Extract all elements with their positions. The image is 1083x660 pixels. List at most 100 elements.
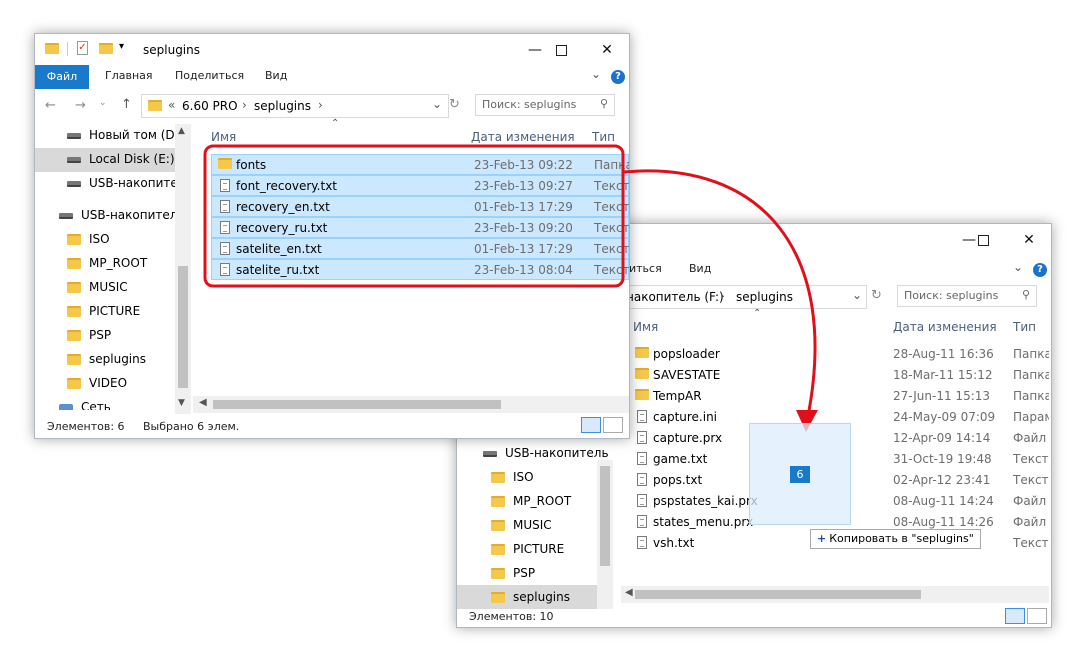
close-button[interactable]: ✕ <box>587 38 627 62</box>
nav-item-network[interactable]: Сеть <box>59 400 111 410</box>
horizontal-scrollbar-thumb[interactable] <box>635 590 921 599</box>
nav-item-mp-root[interactable]: MP_ROOT <box>67 256 147 270</box>
refresh-button[interactable]: ↻ <box>449 97 460 112</box>
address-dropdown-icon[interactable]: ⌄ <box>852 288 862 302</box>
folder-icon <box>491 496 505 507</box>
search-input[interactable]: Поиск: seplugins ⚲ <box>897 285 1037 307</box>
nav-item-iso[interactable]: ISO <box>491 470 534 484</box>
scroll-left-icon[interactable]: ◀ <box>199 397 207 408</box>
refresh-button[interactable]: ↻ <box>871 288 882 303</box>
folder-icon <box>67 282 81 293</box>
address-part-folder[interactable]: seplugins <box>736 290 793 304</box>
nav-item-drive-d[interactable]: Новый том (D:) <box>67 128 175 142</box>
file-row-satelite-en[interactable]: satelite_en.txt01-Feb-13 17:29Тексто <box>211 238 629 259</box>
ribbon-tab-view[interactable]: Вид <box>265 69 287 82</box>
ribbon-expand-icon[interactable]: ⌄ <box>1013 260 1023 274</box>
folder-icon <box>491 568 505 579</box>
maximize-icon <box>555 44 567 56</box>
close-button[interactable]: ✕ <box>1009 228 1049 252</box>
nav-item-seplugins[interactable]: seplugins <box>67 352 146 366</box>
nav-item-music[interactable]: MUSIC <box>67 280 128 294</box>
column-header-type[interactable]: Тип <box>1013 320 1036 334</box>
blank-file-icon <box>637 431 647 444</box>
nav-item-video[interactable]: VIDEO <box>67 376 127 390</box>
column-header-name[interactable]: Имя <box>633 320 658 334</box>
up-button[interactable]: ↑ <box>121 97 132 112</box>
file-row-fonts[interactable]: fonts 23-Feb-13 09:22 Папка <box>211 154 629 175</box>
file-row-savestate[interactable]: SAVESTATE 18-Mar-11 15:12 Папка <box>629 365 1049 386</box>
help-button[interactable]: ? <box>611 70 625 84</box>
search-input[interactable]: Поиск: seplugins ⚲ <box>475 94 615 116</box>
nav-item-picture[interactable]: PICTURE <box>491 542 564 556</box>
nav-item-drive-e[interactable]: Local Disk (E:) <box>67 152 175 166</box>
back-button[interactable]: ← <box>45 98 56 113</box>
ribbon-expand-icon[interactable]: ⌄ <box>591 67 601 81</box>
column-header-name[interactable]: Имя <box>211 130 236 144</box>
address-part-parent[interactable]: 6.60 PRO <box>182 99 238 113</box>
nav-scrollbar[interactable]: ▲ ▼ <box>175 124 191 414</box>
address-bar[interactable]: накопитель (F:) › seplugins ⌄ <box>625 285 867 309</box>
details-view-button[interactable] <box>581 417 601 433</box>
address-part-drive[interactable]: накопитель (F:) <box>626 290 724 304</box>
nav-scrollbar-thumb[interactable] <box>600 466 610 566</box>
nav-item-usb-2[interactable]: USB-накопитель <box>59 208 175 222</box>
nav-item-usb-1[interactable]: USB-накопитель <box>67 176 175 190</box>
large-icons-view-button[interactable] <box>603 417 623 433</box>
file-row-popsloader[interactable]: popsloader 28-Aug-11 16:36 Папка <box>629 344 1049 365</box>
address-dropdown-icon[interactable]: ⌄ <box>432 97 442 111</box>
file-row-font-recovery[interactable]: font_recovery.txt23-Feb-13 09:27Тексто <box>211 175 629 196</box>
horizontal-scrollbar-thumb[interactable] <box>213 400 501 409</box>
maximize-button[interactable] <box>541 38 581 62</box>
nav-item-psp[interactable]: PSP <box>491 566 535 580</box>
address-part-folder[interactable]: seplugins <box>254 99 311 113</box>
explorer-window-source: ✓ ▾ seplugins — ✕ Файл Главная Поделитьс… <box>34 33 630 439</box>
large-icons-view-button[interactable] <box>1027 608 1047 624</box>
nav-item-psp[interactable]: PSP <box>67 328 111 342</box>
file-row-satelite-ru[interactable]: satelite_ru.txt23-Feb-13 08:04Тексто <box>211 259 629 280</box>
scroll-down-icon[interactable]: ▼ <box>178 398 185 408</box>
horizontal-scrollbar[interactable]: ◀ <box>193 396 629 413</box>
ribbon-tab-file[interactable]: Файл <box>35 65 89 89</box>
new-folder-icon[interactable] <box>99 43 113 54</box>
text-file-icon <box>637 473 647 486</box>
quick-access-dropdown-icon[interactable]: ▾ <box>119 41 124 52</box>
nav-item-seplugins[interactable]: seplugins <box>491 590 570 604</box>
nav-item-usb[interactable]: USB-накопитель <box>483 446 609 460</box>
address-bar[interactable]: « 6.60 PRO › seplugins › ⌄ <box>141 94 449 118</box>
column-header-type[interactable]: Тип <box>592 130 615 144</box>
help-button[interactable]: ? <box>1033 263 1047 277</box>
nav-scrollbar-thumb[interactable] <box>178 266 188 388</box>
folder-icon <box>491 544 505 555</box>
details-view-button[interactable] <box>1005 608 1025 624</box>
nav-item-mp-root[interactable]: MP_ROOT <box>491 494 571 508</box>
file-row-tempar[interactable]: TempAR 27-Jun-11 15:13 Папка <box>629 386 1049 407</box>
status-item-count: Элементов: 10 <box>469 610 554 623</box>
search-icon: ⚲ <box>1021 288 1030 301</box>
maximize-button[interactable] <box>963 228 1003 252</box>
column-header-date[interactable]: Дата изменения <box>893 320 997 334</box>
drag-ghost: 6 <box>749 423 851 525</box>
file-row-recovery-ru[interactable]: recovery_ru.txt23-Feb-13 09:20Тексто <box>211 217 629 238</box>
folder-icon <box>491 472 505 483</box>
ribbon: Файл Главная Поделиться Вид ⌄ ? <box>35 65 629 89</box>
scroll-left-icon[interactable]: ◀ <box>625 587 633 598</box>
properties-icon[interactable]: ✓ <box>77 41 88 55</box>
text-file-icon <box>220 200 230 213</box>
file-row-recovery-en[interactable]: recovery_en.txt01-Feb-13 17:29Тексто <box>211 196 629 217</box>
forward-button[interactable]: → <box>75 98 86 113</box>
ribbon-tab-share[interactable]: иться <box>629 262 662 275</box>
scroll-up-icon[interactable]: ▲ <box>178 126 185 136</box>
address-overflow[interactable]: « <box>168 98 175 112</box>
folder-icon <box>491 520 505 531</box>
nav-item-music[interactable]: MUSIC <box>491 518 552 532</box>
column-header-date[interactable]: Дата изменения <box>471 130 575 144</box>
horizontal-scrollbar[interactable]: ◀ <box>621 586 1049 603</box>
nav-scrollbar[interactable] <box>597 460 613 609</box>
nav-item-iso[interactable]: ISO <box>67 232 110 246</box>
recent-locations-icon[interactable]: ⌄ <box>99 98 107 108</box>
folder-icon <box>635 389 649 400</box>
ribbon-tab-share[interactable]: Поделиться <box>175 69 244 82</box>
nav-item-picture[interactable]: PICTURE <box>67 304 140 318</box>
ribbon-tab-view[interactable]: Вид <box>689 262 711 275</box>
ribbon-tab-home[interactable]: Главная <box>105 69 153 82</box>
